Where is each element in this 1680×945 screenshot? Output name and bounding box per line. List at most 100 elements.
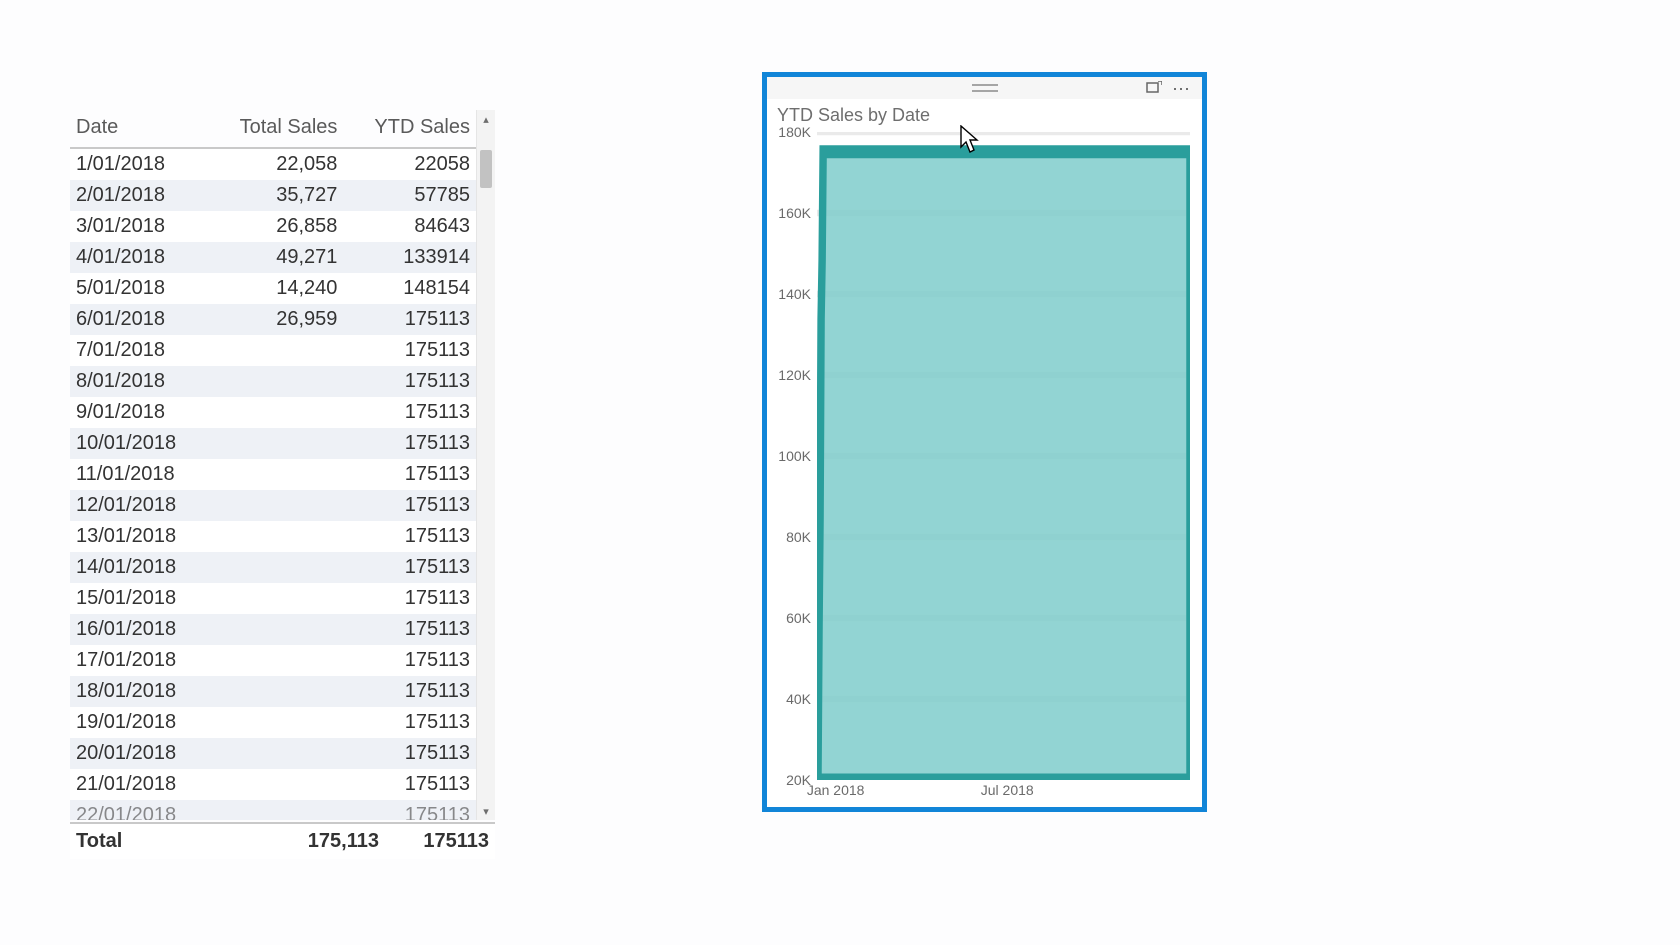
- cell-ytd-sales: 175113: [343, 335, 476, 366]
- table-row[interactable]: 5/01/201814,240148154: [70, 273, 476, 304]
- cell-total-sales: [208, 552, 343, 583]
- table-row[interactable]: 20/01/2018 175113: [70, 738, 476, 769]
- cell-date: 9/01/2018: [70, 397, 208, 428]
- cell-date: 22/01/2018: [70, 800, 208, 820]
- cell-ytd-sales: 175113: [343, 428, 476, 459]
- scrollbar-thumb[interactable]: [480, 150, 492, 188]
- cell-total-sales: [208, 676, 343, 707]
- area-series[interactable]: [818, 152, 1190, 780]
- cell-date: 14/01/2018: [70, 552, 208, 583]
- cell-date: 8/01/2018: [70, 366, 208, 397]
- table-row[interactable]: 17/01/2018 175113: [70, 645, 476, 676]
- cell-total-sales: [208, 707, 343, 738]
- cell-ytd-sales: 84643: [343, 211, 476, 242]
- table-row[interactable]: 22/01/2018 175113: [70, 800, 476, 820]
- more-options-icon[interactable]: ⋯: [1172, 79, 1192, 100]
- cell-ytd-sales: 175113: [343, 645, 476, 676]
- table-row[interactable]: 12/01/2018175113: [70, 490, 476, 521]
- cell-ytd-sales: 175113: [343, 459, 476, 490]
- cell-total-sales: [208, 645, 343, 676]
- table-visual[interactable]: Date Total Sales YTD Sales 1/01/201822,0…: [70, 110, 495, 820]
- table-row[interactable]: 3/01/201826,85884643: [70, 211, 476, 242]
- cell-date: 21/01/2018: [70, 769, 208, 800]
- cell-date: 20/01/2018: [70, 738, 208, 769]
- total-label: Total: [76, 830, 279, 853]
- table-row[interactable]: 14/01/2018175113: [70, 552, 476, 583]
- cell-ytd-sales: 175113: [343, 304, 476, 335]
- chart-header[interactable]: ⋯: [767, 77, 1202, 99]
- focus-mode-icon[interactable]: [1146, 81, 1162, 100]
- cell-ytd-sales: 57785: [343, 180, 476, 211]
- table-row[interactable]: 6/01/201826,959175113: [70, 304, 476, 335]
- table-row[interactable]: 16/01/2018 175113: [70, 614, 476, 645]
- col-ytd-sales[interactable]: YTD Sales: [343, 110, 476, 148]
- table-row[interactable]: 10/01/2018 175113: [70, 428, 476, 459]
- table-row[interactable]: 8/01/2018 175113: [70, 366, 476, 397]
- table-scrollbar[interactable]: ▴ ▾: [476, 110, 495, 820]
- cell-ytd-sales: 175113: [343, 707, 476, 738]
- cell-date: 2/01/2018: [70, 180, 208, 211]
- table-row[interactable]: 1/01/201822,05822058: [70, 148, 476, 180]
- y-tick-label: 120K: [778, 367, 811, 383]
- y-tick-label: 180K: [778, 124, 811, 140]
- cell-total-sales: [208, 335, 343, 366]
- cell-total-sales: [208, 490, 343, 521]
- y-axis: 180K160K140K120K100K80K60K40K20K: [767, 132, 817, 780]
- y-tick-label: 140K: [778, 286, 811, 302]
- cell-date: 17/01/2018: [70, 645, 208, 676]
- chart-title: YTD Sales by Date: [767, 99, 1202, 128]
- table-row[interactable]: 2/01/201835,72757785: [70, 180, 476, 211]
- table-row[interactable]: 21/01/2018 175113: [70, 769, 476, 800]
- table-row[interactable]: 11/01/2018175113: [70, 459, 476, 490]
- drag-grip-icon[interactable]: [972, 84, 998, 92]
- cell-ytd-sales: 175113: [343, 738, 476, 769]
- y-tick-label: 60K: [786, 610, 811, 626]
- cell-date: 18/01/2018: [70, 676, 208, 707]
- cell-date: 6/01/2018: [70, 304, 208, 335]
- cell-ytd-sales: 175113: [343, 769, 476, 800]
- cell-date: 5/01/2018: [70, 273, 208, 304]
- table-row[interactable]: 19/01/2018 175113: [70, 707, 476, 738]
- cell-ytd-sales: 175113: [343, 800, 476, 820]
- cell-total-sales: 14,240: [208, 273, 343, 304]
- cell-total-sales: [208, 738, 343, 769]
- cell-date: 16/01/2018: [70, 614, 208, 645]
- cell-ytd-sales: 148154: [343, 273, 476, 304]
- y-tick-label: 80K: [786, 529, 811, 545]
- scrollbar-up-arrow[interactable]: ▴: [477, 110, 495, 128]
- cell-ytd-sales: 175113: [343, 583, 476, 614]
- cell-date: 10/01/2018: [70, 428, 208, 459]
- table-total-row: Total 175,113 175113: [70, 822, 495, 859]
- table-row[interactable]: 15/01/2018 175113: [70, 583, 476, 614]
- cell-total-sales: [208, 614, 343, 645]
- cell-total-sales: [208, 769, 343, 800]
- table-header-row[interactable]: Date Total Sales YTD Sales: [70, 110, 476, 148]
- cell-date: 12/01/2018: [70, 490, 208, 521]
- cell-total-sales: [208, 428, 343, 459]
- table-scroll-area: Date Total Sales YTD Sales 1/01/201822,0…: [70, 110, 476, 820]
- col-date[interactable]: Date: [70, 110, 208, 148]
- cell-ytd-sales: 175113: [343, 676, 476, 707]
- chart-body: 180K160K140K120K100K80K60K40K20K Jan 201…: [767, 128, 1202, 806]
- total-total-sales: 175,113: [279, 830, 379, 853]
- cell-ytd-sales: 175113: [343, 397, 476, 428]
- table-row[interactable]: 7/01/2018175113: [70, 335, 476, 366]
- table-row[interactable]: 13/01/2018175113: [70, 521, 476, 552]
- chart-visual[interactable]: ⋯ YTD Sales by Date 180K160K140K120K100K…: [762, 72, 1207, 812]
- cell-date: 15/01/2018: [70, 583, 208, 614]
- table-row[interactable]: 4/01/201849,271133914: [70, 242, 476, 273]
- y-tick-label: 160K: [778, 205, 811, 221]
- cell-date: 19/01/2018: [70, 707, 208, 738]
- cell-ytd-sales: 175113: [343, 366, 476, 397]
- x-tick-label: Jul 2018: [981, 782, 1034, 798]
- scrollbar-down-arrow[interactable]: ▾: [477, 802, 495, 820]
- table-row[interactable]: 9/01/2018 175113: [70, 397, 476, 428]
- plot-area[interactable]: [817, 132, 1190, 780]
- cell-total-sales: [208, 397, 343, 428]
- cell-total-sales: [208, 800, 343, 820]
- table-row[interactable]: 18/01/2018 175113: [70, 676, 476, 707]
- cell-date: 3/01/2018: [70, 211, 208, 242]
- cell-date: 4/01/2018: [70, 242, 208, 273]
- col-total-sales[interactable]: Total Sales: [208, 110, 343, 148]
- cell-ytd-sales: 175113: [343, 614, 476, 645]
